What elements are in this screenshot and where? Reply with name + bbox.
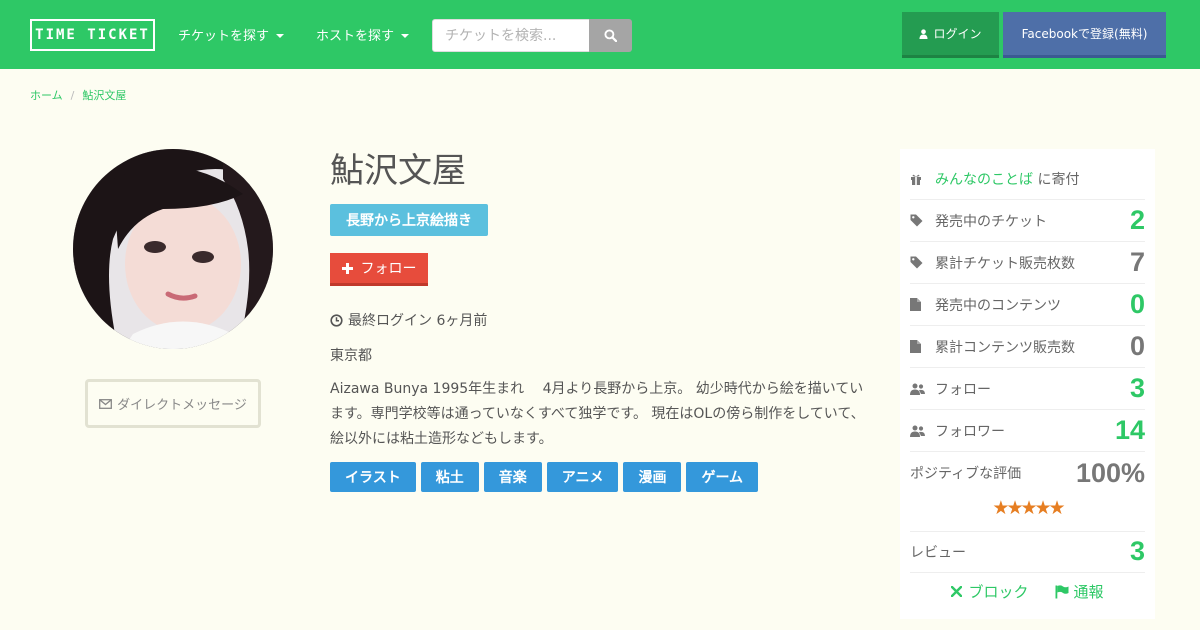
caret-down-icon <box>401 33 410 38</box>
nav-find-hosts[interactable]: ホストを探す <box>316 25 410 44</box>
plus-icon <box>341 262 353 274</box>
stat-label: 発売中のコンテンツ <box>935 297 1061 314</box>
stat-contents-sold: 累計コンテンツ販売数 0 <box>910 326 1145 368</box>
file-icon <box>910 298 921 311</box>
stat-following[interactable]: フォロー 3 <box>910 368 1145 410</box>
site-logo[interactable]: TIME TICKET <box>30 19 155 51</box>
profile-actions: ブロック 通報 <box>900 581 1155 602</box>
tag-manga[interactable]: 漫画 <box>623 462 682 492</box>
tag-icon <box>910 256 923 269</box>
reviews-label: レビュー <box>910 544 966 561</box>
stat-tickets-on-sale[interactable]: 発売中のチケット 2 <box>910 200 1145 242</box>
stats-panel: みんなのことば に寄付 発売中のチケット 2 累計チケット販売枚数 7 発売中の… <box>900 149 1155 619</box>
file-icon <box>910 340 921 353</box>
stat-value: 0 <box>1129 289 1145 319</box>
stat-label: フォロワー <box>935 423 1005 440</box>
reviews-value: 3 <box>1129 536 1145 566</box>
tag-anime[interactable]: アニメ <box>546 462 619 492</box>
profile-bio: Aizawa Bunya 1995年生まれ 4月より長野から上京。 幼少時代から… <box>330 381 865 447</box>
stat-positive-rating: ポジティブな評価 100% <box>910 452 1145 494</box>
facebook-signup-button[interactable]: Facebookで登録(無料) <box>1003 12 1166 58</box>
tag-illust[interactable]: イラスト <box>330 462 416 492</box>
tag-game[interactable]: ゲーム <box>686 462 759 492</box>
block-label: ブロック <box>968 583 1029 601</box>
positive-rating-value: 100% <box>1075 457 1145 488</box>
breadcrumb-home[interactable]: ホーム <box>30 89 63 102</box>
donate-link[interactable]: みんなのことば <box>935 172 1033 188</box>
last-login-text: 最終ログイン 6ヶ月前 <box>348 313 488 329</box>
stat-label: フォロー <box>935 381 991 398</box>
header-bar: TIME TICKET チケットを探す ホストを探す ログイン Facebook… <box>0 0 1200 69</box>
stat-value: 0 <box>1129 331 1145 361</box>
stat-value: 2 <box>1129 205 1145 235</box>
search-icon <box>604 29 617 42</box>
users-icon <box>910 383 925 395</box>
stat-label: 発売中のチケット <box>935 213 1047 230</box>
tag-icon <box>910 214 923 227</box>
tag-clay[interactable]: 粘土 <box>420 462 479 492</box>
gift-icon <box>911 174 921 185</box>
profile-name: 鮎沢文屋 <box>330 151 466 191</box>
report-label: 通報 <box>1073 583 1104 601</box>
breadcrumb-separator: / <box>70 89 75 102</box>
stat-value: 3 <box>1129 373 1145 403</box>
follow-label: フォロー <box>360 261 417 277</box>
direct-message-button[interactable]: ダイレクトメッセージ <box>85 379 261 428</box>
login-button[interactable]: ログイン <box>902 12 999 58</box>
catchphrase-badge: 長野から上京絵描き <box>330 204 488 236</box>
breadcrumb-current[interactable]: 鮎沢文屋 <box>82 89 126 102</box>
stat-followers[interactable]: フォロワー 14 <box>910 410 1145 452</box>
report-link[interactable]: 通報 <box>1055 581 1104 602</box>
login-label: ログイン <box>933 27 982 41</box>
stat-label: 累計コンテンツ販売数 <box>935 339 1075 356</box>
nav-find-hosts-label: ホストを探す <box>316 29 395 44</box>
stat-tickets-sold: 累計チケット販売枚数 7 <box>910 242 1145 284</box>
stat-value: 14 <box>1114 415 1145 445</box>
avatar <box>73 149 273 349</box>
envelope-icon <box>99 398 113 409</box>
flag-icon <box>1055 584 1068 598</box>
users-icon <box>910 425 925 437</box>
direct-message-label: ダイレクトメッセージ <box>117 398 247 413</box>
search-input[interactable] <box>432 19 590 52</box>
last-login: 最終ログイン 6ヶ月前 <box>330 310 487 330</box>
nav-find-tickets[interactable]: チケットを探す <box>178 25 285 44</box>
stat-label: 累計チケット販売枚数 <box>935 255 1075 272</box>
follow-button[interactable]: フォロー <box>330 253 428 286</box>
block-link[interactable]: ブロック <box>951 581 1029 602</box>
clock-icon <box>330 313 343 327</box>
stat-contents-on-sale[interactable]: 発売中のコンテンツ 0 <box>910 284 1145 326</box>
nav-find-tickets-label: チケットを探す <box>178 29 270 44</box>
close-icon <box>951 586 963 597</box>
location: 東京都 <box>330 348 372 364</box>
tag-music[interactable]: 音楽 <box>483 462 542 492</box>
positive-rating-label: ポジティブな評価 <box>910 466 1022 482</box>
user-icon <box>919 28 929 39</box>
breadcrumb: ホーム / 鮎沢文屋 <box>30 87 126 103</box>
search-button[interactable] <box>589 19 632 52</box>
facebook-signup-label: Facebookで登録(無料) <box>1021 27 1148 41</box>
stat-value: 7 <box>1129 247 1145 277</box>
donate-suffix: に寄付 <box>1033 171 1080 188</box>
donate-row: みんなのことば に寄付 <box>910 158 1145 200</box>
rating-stars: ★★★★★ <box>992 497 1065 519</box>
caret-down-icon <box>276 33 285 38</box>
tag-list: イラスト 粘土 音楽 アニメ 漫画 ゲーム <box>330 462 759 492</box>
stat-reviews[interactable]: レビュー 3 <box>910 531 1145 573</box>
